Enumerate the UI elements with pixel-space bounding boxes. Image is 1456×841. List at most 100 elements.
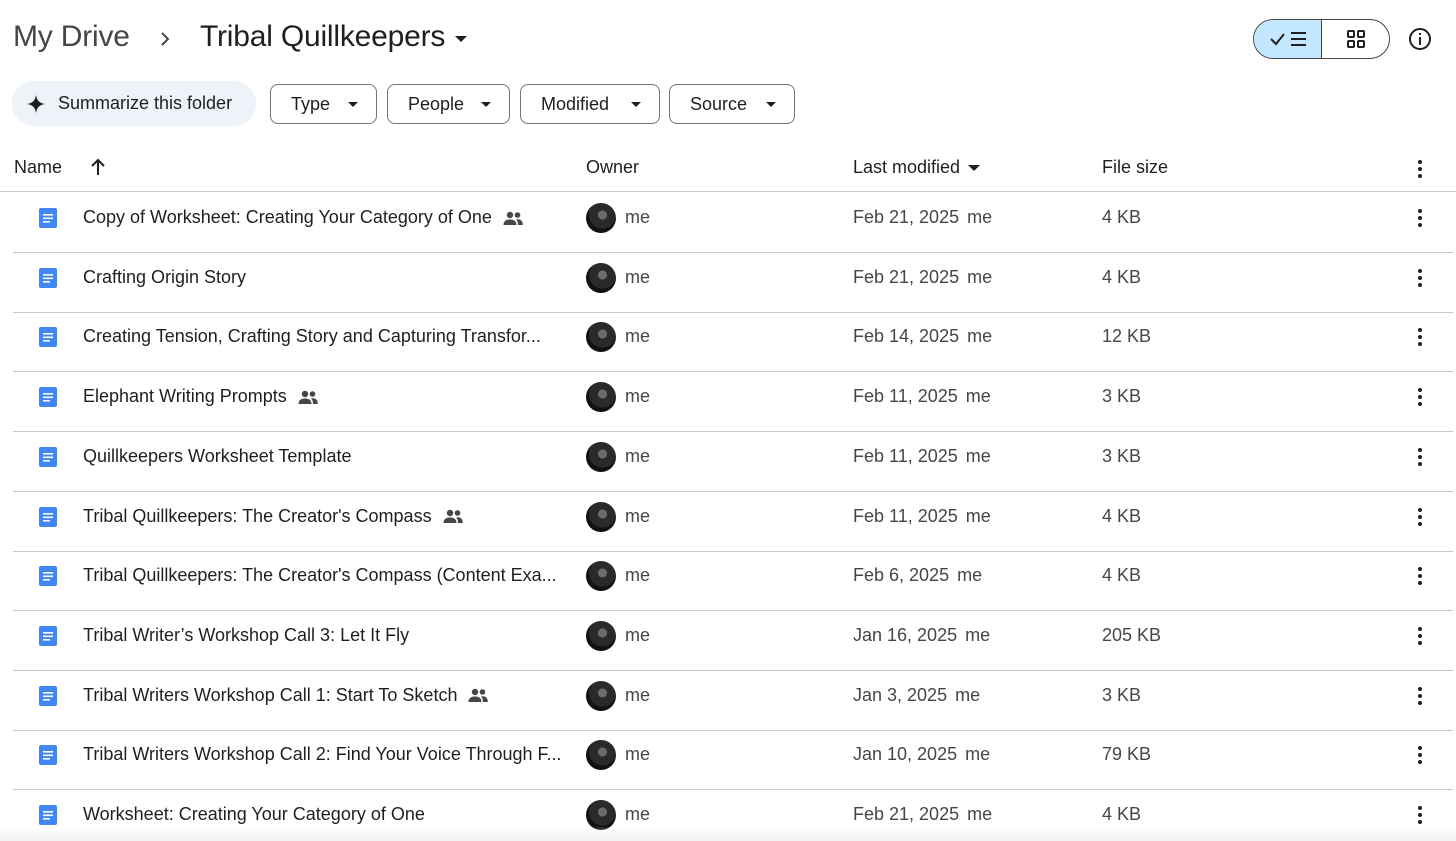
more-vert-icon[interactable] (1410, 684, 1430, 708)
table-row[interactable]: Elephant Writing Prompts me Feb 11, 2025 me… (13, 372, 1453, 433)
header: My Drive Tribal Quillkeepers (0, 0, 1456, 78)
owner-text: me (625, 565, 651, 586)
file-name[interactable]: Crafting Origin Story (83, 267, 246, 288)
table-row[interactable]: Quillkeepers Worksheet Template me Feb 11,… (13, 432, 1453, 492)
owner-text: me (625, 386, 651, 407)
table-row[interactable]: Tribal Writers Workshop Call 1: Start To… (13, 671, 1453, 731)
more-vert-icon[interactable] (1410, 157, 1430, 181)
modified-by: me (967, 266, 993, 287)
more-vert-icon[interactable] (1410, 266, 1430, 290)
filter-source[interactable]: Source (669, 84, 795, 124)
table-row[interactable]: Copy of Worksheet: Creating Your Categor… (13, 193, 1453, 253)
owner-text: me (625, 505, 651, 526)
table-row[interactable]: Crafting Origin Story me Feb 21, 2025 me 4 K… (13, 253, 1453, 313)
list-view-button[interactable] (1254, 20, 1322, 58)
table-row[interactable]: Tribal Writer’s Workshop Call 3: Let It … (13, 611, 1453, 671)
last-modified-text: Feb 11, 2025 me (853, 446, 991, 467)
file-name[interactable]: Tribal Writer’s Workshop Call 3: Let It … (83, 625, 409, 646)
breadcrumb-my-drive[interactable]: My Drive (13, 20, 130, 54)
last-modified-text: Jan 3, 2025 me (853, 685, 980, 706)
last-modified-text: Feb 14, 2025 me (853, 326, 992, 347)
filter-type[interactable]: Type (270, 84, 377, 124)
google-docs-icon (39, 267, 57, 288)
filter-people[interactable]: People (387, 84, 510, 124)
file-name[interactable]: Creating Tension, Crafting Story and Cap… (83, 326, 541, 347)
last-modified-text: Feb 6, 2025 me (853, 565, 982, 586)
file-size-text: 4 KB (1102, 565, 1142, 586)
people-icon (443, 509, 463, 523)
more-vert-icon[interactable] (1410, 445, 1430, 469)
owner-text: me (625, 326, 651, 347)
file-name[interactable]: Elephant Writing Prompts (83, 386, 319, 407)
file-size-text: 205 KB (1102, 624, 1162, 645)
grid-view-button[interactable] (1322, 20, 1389, 58)
modified-by: me (957, 565, 983, 586)
more-vert-icon[interactable] (1410, 743, 1430, 767)
google-docs-icon (39, 566, 57, 587)
more-vert-icon[interactable] (1410, 564, 1430, 588)
people-icon (468, 688, 489, 703)
file-name[interactable]: Worksheet: Creating Your Category of One (83, 804, 425, 825)
column-owner-header: Owner (586, 157, 640, 177)
modified-date: Jan 10, 2025 (853, 744, 958, 765)
column-last-modified-header[interactable]: Last modified (853, 157, 981, 178)
file-name-text: Elephant Writing Prompts (83, 386, 287, 407)
last-modified-text: Feb 21, 2025 me (853, 267, 992, 288)
owner-text: me (625, 744, 651, 765)
file-name[interactable]: Quillkeepers Worksheet Template (83, 446, 351, 467)
avatar (586, 322, 616, 353)
more-vert-icon[interactable] (1410, 505, 1430, 529)
arrow-up-icon[interactable] (88, 155, 108, 179)
table-row[interactable]: Tribal Quillkeepers: The Creator's Compa… (13, 492, 1453, 552)
table-row[interactable]: Tribal Quillkeepers: The Creator's Compa… (13, 551, 1453, 612)
google-docs-icon (39, 805, 57, 825)
file-name[interactable]: Tribal Quillkeepers: The Creator's Compa… (83, 506, 464, 527)
modified-date: Feb 6, 2025 (853, 565, 950, 586)
modified-date: Feb 21, 2025 (853, 266, 960, 287)
info-button[interactable] (1406, 25, 1434, 53)
caret-down-icon (766, 102, 776, 107)
modified-date: Feb 11, 2025 (853, 445, 958, 466)
file-size-text: 3 KB (1102, 684, 1142, 705)
summarize-folder-button[interactable]: Summarize this folder (12, 81, 256, 126)
file-size-text: 4 KB (1102, 266, 1142, 287)
avatar (586, 262, 616, 293)
more-vert-icon[interactable] (1410, 325, 1430, 349)
file-size-text: 79 KB (1102, 744, 1152, 765)
last-modified-text: Jan 10, 2025 me (853, 744, 990, 765)
caret-down-icon (968, 165, 981, 172)
modified-by: me (967, 207, 993, 227)
file-name-text: Copy of Worksheet: Creating Your Categor… (83, 207, 492, 227)
table-header: Name Owner Last modified File size (0, 145, 1456, 192)
google-docs-icon (39, 685, 57, 706)
table-row[interactable]: Creating Tension, Crafting Story and Cap… (13, 312, 1453, 373)
last-modified-label: Last modified (853, 157, 961, 177)
caret-down-icon (348, 102, 358, 107)
file-name-text: Crafting Origin Story (83, 266, 247, 287)
file-name-text: Worksheet: Creating Your Category of One (83, 804, 425, 824)
more-vert-icon[interactable] (1410, 624, 1430, 648)
file-name[interactable]: Tribal Quillkeepers: The Creator's Compa… (83, 565, 557, 586)
file-name[interactable]: Tribal Writers Workshop Call 2: Find You… (83, 744, 562, 765)
last-modified-text: Feb 21, 2025 me (853, 804, 992, 825)
caret-down-icon (631, 102, 641, 107)
breadcrumb-current-folder[interactable]: Tribal Quillkeepers (200, 20, 468, 54)
file-name[interactable]: Tribal Writers Workshop Call 1: Start To… (83, 685, 489, 706)
filter-type-label: Type (291, 93, 331, 114)
more-vert-icon[interactable] (1410, 206, 1430, 230)
column-name-header[interactable]: Name (14, 157, 62, 178)
file-name[interactable]: Copy of Worksheet: Creating Your Categor… (83, 207, 524, 228)
avatar (586, 382, 616, 413)
more-vert-icon[interactable] (1410, 385, 1430, 409)
caret-down-icon (455, 36, 468, 42)
scroll-fade (0, 826, 1456, 841)
more-vert-icon[interactable] (1410, 803, 1430, 827)
list-view-icon (1269, 32, 1306, 46)
owner-text: me (625, 207, 651, 227)
modified-date: Feb 11, 2025 (853, 505, 958, 526)
google-docs-icon (39, 208, 57, 228)
table-row[interactable]: Tribal Writers Workshop Call 2: Find You… (13, 730, 1453, 791)
filter-modified[interactable]: Modified (520, 84, 660, 124)
avatar (586, 501, 616, 532)
google-docs-icon (39, 387, 57, 408)
